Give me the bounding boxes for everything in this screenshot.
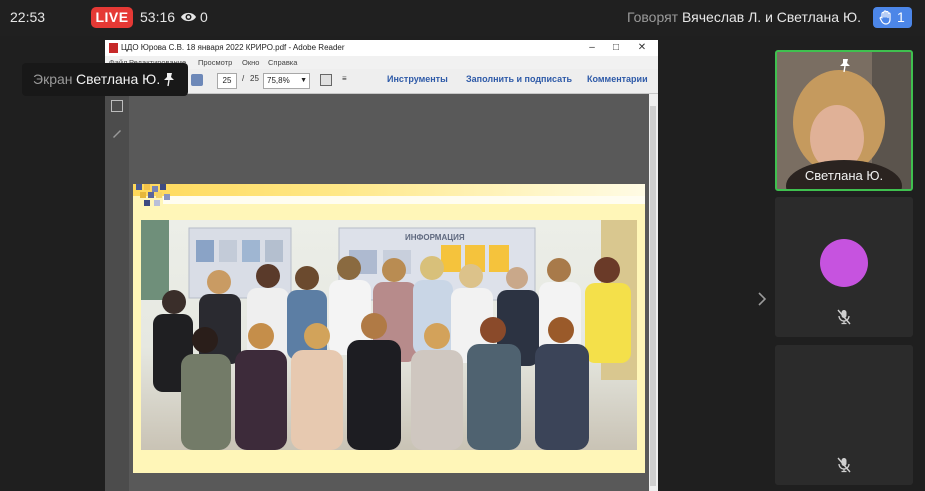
maximize-button[interactable]: □ bbox=[605, 40, 627, 56]
fit-page-icon[interactable] bbox=[320, 74, 332, 86]
board-heading: ИНФОРМАЦИЯ bbox=[405, 233, 465, 242]
screen-share-label: Экран Светлана Ю. bbox=[22, 63, 188, 96]
speaking-names: Вячеслав Л. и Светлана Ю. bbox=[681, 9, 861, 25]
active-speakers: Говорят Вячеслав Л. и Светлана Ю. bbox=[627, 9, 861, 25]
toolbar-options-icon[interactable]: ≡ bbox=[342, 74, 347, 83]
save-icon[interactable] bbox=[191, 74, 203, 86]
close-button[interactable]: ✕ bbox=[631, 40, 653, 56]
mic-off-icon bbox=[837, 309, 851, 325]
reader-window-title: ЦДО Юрова С.В. 18 января 2022 КРИРО.pdf … bbox=[121, 43, 345, 52]
reader-title-bar: ЦДО Юрова С.В. 18 января 2022 КРИРО.pdf … bbox=[105, 40, 658, 56]
pdf-icon bbox=[109, 43, 118, 53]
pin-icon[interactable] bbox=[162, 72, 176, 87]
chevron-down-icon: ▼ bbox=[300, 77, 307, 84]
avatar bbox=[820, 239, 868, 287]
zoom-value: 75,8% bbox=[267, 76, 290, 85]
shared-screen-adobe-reader: ЦДО Юрова С.В. 18 января 2022 КРИРО.pdf … bbox=[105, 40, 658, 491]
raised-hands-count: 1 bbox=[897, 9, 905, 25]
signature-pen-icon[interactable] bbox=[111, 126, 123, 138]
eye-icon bbox=[181, 12, 196, 22]
participant-tile[interactable] bbox=[775, 197, 913, 337]
chevron-right-icon[interactable] bbox=[757, 291, 767, 307]
tools-button[interactable]: Инструменты bbox=[387, 74, 448, 84]
pages-panel-icon[interactable] bbox=[111, 100, 123, 112]
presenter-name: Светлана Ю. bbox=[76, 71, 161, 87]
fill-sign-button[interactable]: Заполнить и подписать bbox=[466, 74, 572, 84]
clock: 22:53 bbox=[10, 9, 46, 25]
pdf-page: ИНФОРМАЦИЯ bbox=[133, 184, 645, 473]
participant-tile[interactable] bbox=[775, 345, 913, 485]
minimize-button[interactable]: – bbox=[581, 40, 603, 56]
page-number-input[interactable]: 25 bbox=[217, 73, 237, 89]
mic-off-icon bbox=[837, 457, 851, 473]
page-total: 25 bbox=[250, 74, 259, 83]
stream-duration: 53:16 bbox=[140, 9, 176, 25]
menu-view[interactable]: Просмотр bbox=[198, 56, 232, 69]
raised-hand-icon bbox=[879, 10, 891, 25]
menu-help[interactable]: Справка bbox=[268, 56, 297, 69]
zoom-select[interactable]: 75,8% ▼ bbox=[263, 73, 310, 89]
vertical-scrollbar[interactable] bbox=[649, 94, 658, 491]
screen-label: Экран bbox=[33, 71, 73, 87]
raised-hands-button[interactable]: 1 bbox=[873, 7, 912, 28]
page-separator: / bbox=[242, 74, 245, 83]
group-photo: ИНФОРМАЦИЯ bbox=[141, 220, 637, 450]
viewer-count: 0 bbox=[200, 9, 208, 25]
speaking-label: Говорят bbox=[626, 9, 679, 25]
menu-window[interactable]: Окно bbox=[242, 56, 259, 69]
participant-name: Светлана Ю. bbox=[804, 168, 884, 183]
corner-decoration bbox=[136, 184, 176, 208]
live-badge: LIVE bbox=[91, 7, 133, 28]
top-bar: 22:53 LIVE 53:16 0 Говорят Вячеслав Л. и… bbox=[0, 0, 925, 36]
reader-sidebar bbox=[105, 94, 129, 491]
comments-button[interactable]: Комментарии bbox=[587, 74, 648, 84]
participant-tile-speaking[interactable]: Светлана Ю. bbox=[775, 50, 913, 191]
pin-icon[interactable] bbox=[838, 58, 852, 73]
